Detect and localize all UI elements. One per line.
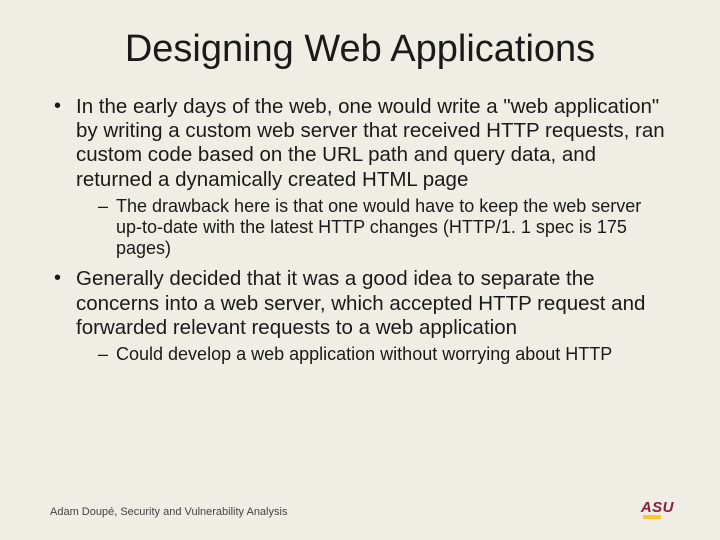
logo-text: ASU xyxy=(641,500,674,515)
sub-bullet-text: Could develop a web application without … xyxy=(116,344,612,364)
slide-title: Designing Web Applications xyxy=(50,28,670,71)
slide: Designing Web Applications In the early … xyxy=(0,0,720,540)
bullet-text: Generally decided that it was a good ide… xyxy=(76,267,645,338)
asu-logo: ASU xyxy=(641,500,674,520)
bullet-text: In the early days of the web, one would … xyxy=(76,95,665,191)
sub-bullet-text: The drawback here is that one would have… xyxy=(116,196,641,258)
footer-text: Adam Doupé, Security and Vulnerability A… xyxy=(50,506,287,518)
sub-bullet-item: Could develop a web application without … xyxy=(98,344,670,365)
sub-bullet-item: The drawback here is that one would have… xyxy=(98,196,670,260)
bullet-item: In the early days of the web, one would … xyxy=(50,95,670,259)
sub-bullet-list: Could develop a web application without … xyxy=(76,344,670,365)
logo-underline xyxy=(643,515,661,519)
bullet-list: In the early days of the web, one would … xyxy=(50,95,670,365)
sub-bullet-list: The drawback here is that one would have… xyxy=(76,196,670,260)
bullet-item: Generally decided that it was a good ide… xyxy=(50,267,670,365)
